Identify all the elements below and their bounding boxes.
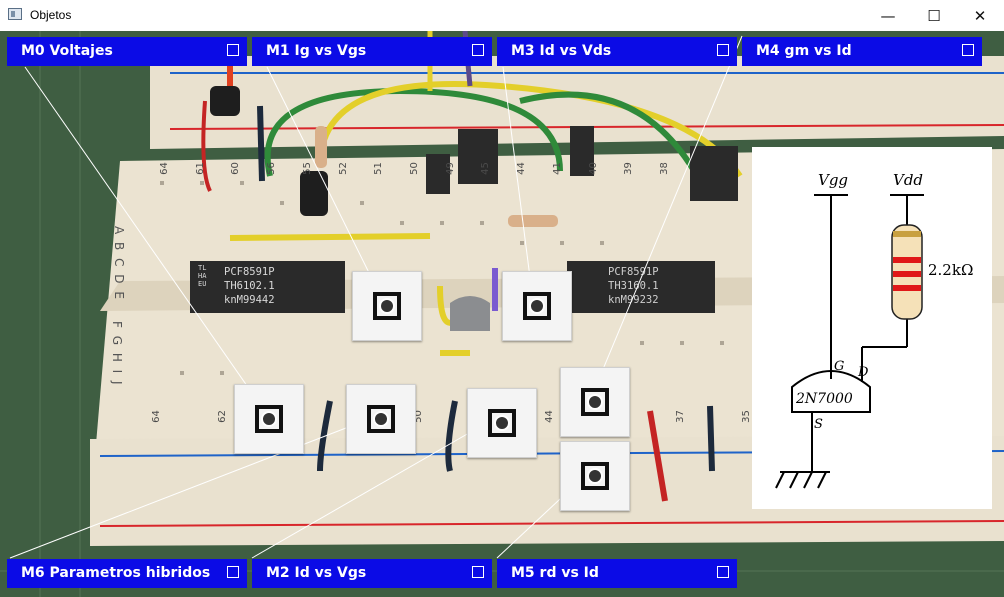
fiducial-marker [234,384,304,454]
fiducial-marker [352,271,422,341]
pin-d-label: D [858,365,869,380]
camera-view: TL HA EU PCF8591P TH6102.1 knM99442 PCF8… [0,31,1004,597]
pin-s-label: S [814,417,823,432]
vgg-label: Vgg [818,171,849,189]
fiducial-marker [560,441,630,511]
menu-checkbox[interactable] [472,566,484,578]
menu-m2-id-vs-vgs[interactable]: M2 Id vs Vgs [252,559,492,588]
menu-label-text: M1 Ig vs Vgs [266,43,367,59]
fiducial-marker [502,271,572,341]
minimize-button[interactable]: — [865,0,911,31]
marker-dot [261,411,277,427]
menu-checkbox[interactable] [227,566,239,578]
circuit-schematic: Vgg Vdd 2.2kΩ 2N7000 G D S [752,147,992,509]
menu-checkbox[interactable] [472,44,484,56]
menu-m6-parametros-hibridos[interactable]: M6 Parametros hibridos [7,559,247,588]
schematic-drawing [775,194,924,489]
window-titlebar: Objetos — ☐ ✕ [0,0,1004,32]
menu-label-text: M4 gm vs Id [756,43,852,59]
menu-m4-gm-vs-id[interactable]: M4 gm vs Id [742,37,982,66]
marker-dot [529,298,545,314]
menu-label-text: M3 Id vs Vds [511,43,612,59]
menu-m5-rd-vs-id[interactable]: M5 rd vs Id [497,559,737,588]
menu-label-text: M2 Id vs Vgs [266,565,367,581]
marker-dot [373,411,389,427]
maximize-button[interactable]: ☐ [911,0,957,31]
marker-dot [494,415,510,431]
transistor-label: 2N7000 [796,391,853,407]
menu-checkbox[interactable] [962,44,974,56]
menu-checkbox[interactable] [227,44,239,56]
fiducial-marker [346,384,416,454]
vdd-label: Vdd [893,171,924,189]
close-button[interactable]: ✕ [957,0,1003,31]
menu-m0-voltajes[interactable]: M0 Voltajes [7,37,247,66]
fiducial-marker [467,388,537,458]
menu-checkbox[interactable] [717,566,729,578]
menu-m1-ig-vs-vgs[interactable]: M1 Ig vs Vgs [252,37,492,66]
fiducial-marker [560,367,630,437]
menu-m3-id-vs-vds[interactable]: M3 Id vs Vds [497,37,737,66]
menu-label-text: M6 Parametros hibridos [21,565,211,581]
menu-checkbox[interactable] [717,44,729,56]
resistor-value: 2.2kΩ [928,261,974,279]
marker-dot [379,298,395,314]
marker-dot [587,468,603,484]
pin-g-label: G [834,359,845,374]
menu-label-text: M0 Voltajes [21,43,113,59]
window-title: Objetos [30,8,72,22]
menu-label-text: M5 rd vs Id [511,565,599,581]
marker-dot [587,394,603,410]
app-window-icon [8,8,22,20]
